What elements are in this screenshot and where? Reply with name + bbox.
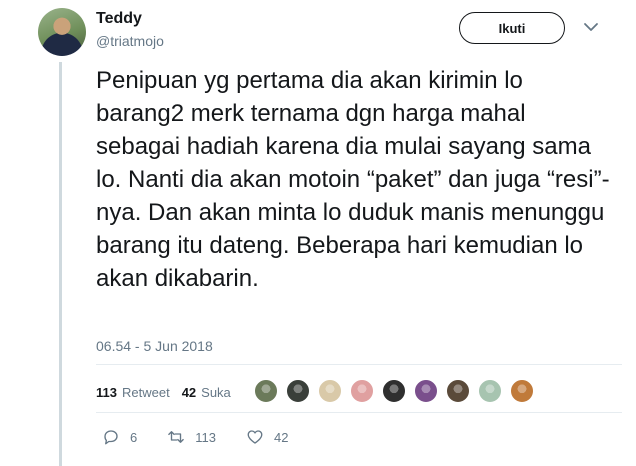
heart-icon	[247, 430, 263, 444]
reply-button[interactable]: 6	[102, 428, 137, 446]
tweet-actions: 6 113 42	[102, 428, 318, 446]
follow-button[interactable]: Ikuti	[459, 12, 565, 44]
engagement-stats: 113 Retweet 42 Suka	[96, 381, 243, 403]
divider	[96, 412, 622, 413]
liker-avatar[interactable]	[318, 379, 342, 403]
liker-avatars	[254, 379, 542, 403]
retweet-count: 113	[195, 429, 216, 445]
avatar[interactable]	[38, 8, 86, 56]
liker-avatar[interactable]	[254, 379, 278, 403]
retweet-stat[interactable]: 113 Retweet	[96, 385, 170, 400]
liker-avatar[interactable]	[478, 379, 502, 403]
liker-avatar[interactable]	[350, 379, 374, 403]
like-count: 42	[273, 429, 289, 445]
divider	[96, 364, 622, 365]
like-stat-label: Suka	[201, 384, 231, 400]
retweet-icon	[168, 431, 185, 443]
liker-avatar[interactable]	[414, 379, 438, 403]
retweet-stat-count: 113	[96, 384, 117, 400]
tweet-timestamp[interactable]: 06.54 - 5 Jun 2018	[96, 338, 213, 354]
retweet-button[interactable]: 113	[167, 428, 216, 446]
thread-line	[59, 62, 62, 466]
user-handle[interactable]: @triatmojo	[96, 33, 164, 49]
like-stat[interactable]: 42 Suka	[182, 385, 231, 400]
display-name[interactable]: Teddy	[96, 10, 142, 28]
like-button[interactable]: 42	[246, 428, 288, 446]
tweet-text: Penipuan yg pertama dia akan kirimin lo …	[96, 67, 610, 292]
reply-icon	[104, 430, 118, 445]
liker-avatar[interactable]	[286, 379, 310, 403]
chevron-down-icon[interactable]	[582, 18, 600, 36]
retweet-stat-label: Retweet	[121, 384, 170, 400]
liker-avatar[interactable]	[510, 379, 534, 403]
liker-avatar[interactable]	[382, 379, 406, 403]
like-stat-count: 42	[181, 384, 197, 400]
reply-count: 6	[130, 429, 138, 445]
liker-avatar[interactable]	[446, 379, 470, 403]
